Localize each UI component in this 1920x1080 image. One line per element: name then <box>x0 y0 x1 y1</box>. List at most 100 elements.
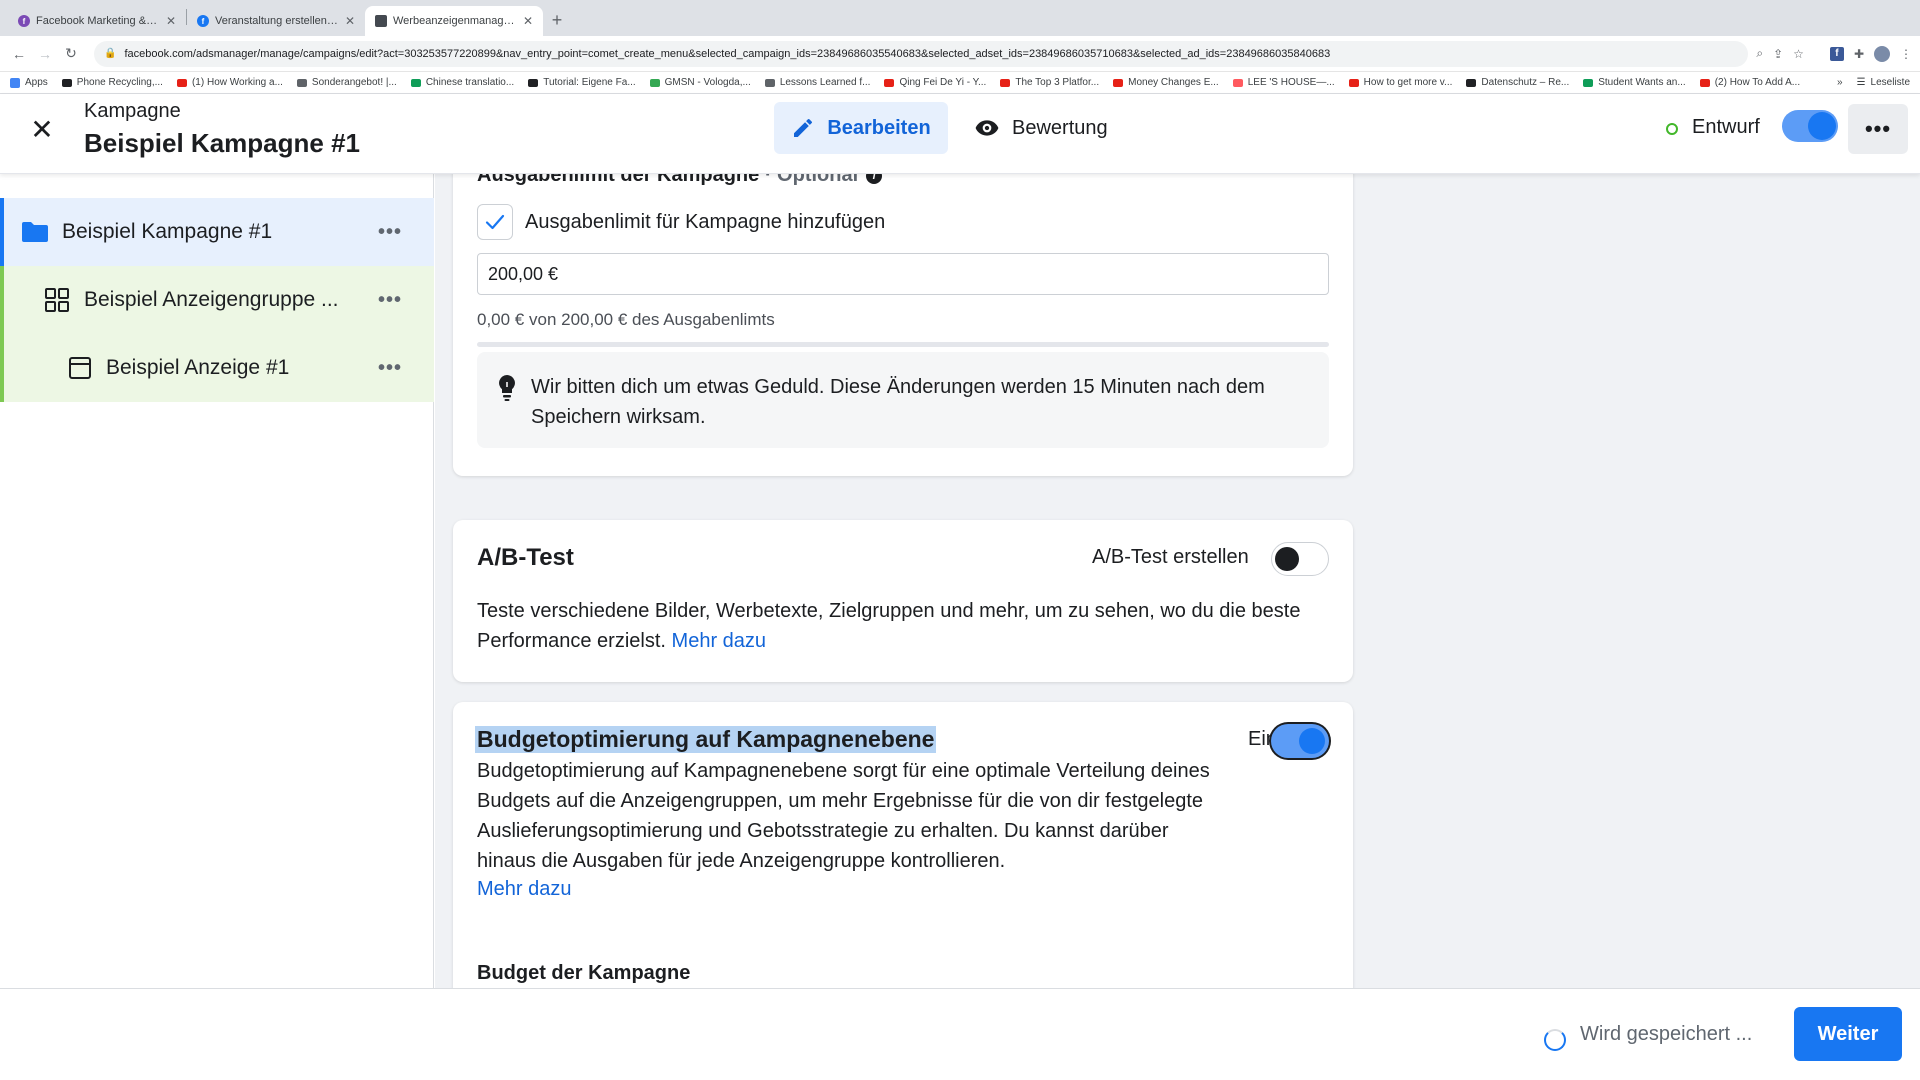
eye-icon <box>975 120 999 136</box>
url-field[interactable]: 🔒 facebook.com/adsmanager/manage/campaig… <box>94 40 1749 67</box>
ads-manager-favicon-icon <box>375 15 387 27</box>
optional-label: · Optional <box>759 174 859 186</box>
reload-icon[interactable]: ↻ <box>60 45 82 62</box>
browser-tab[interactable]: f Facebook Marketing & Werbea ✕ <box>8 6 186 36</box>
bookmark-label: (2) How To Add A... <box>1714 77 1801 88</box>
close-tab-icon[interactable]: ✕ <box>166 14 176 28</box>
bookmark-item[interactable]: Datenschutz – Re... <box>1466 77 1569 88</box>
bookmark-item[interactable]: Student Wants an... <box>1583 77 1686 88</box>
more-options-icon[interactable]: ••• <box>378 357 402 380</box>
bookmark-item[interactable]: (2) How To Add A... <box>1699 77 1801 88</box>
bookmark-label: (1) How Working a... <box>191 77 283 88</box>
grid-icon <box>44 287 70 313</box>
reading-list-label: Leseliste <box>1870 77 1910 88</box>
bookmark-item[interactable]: LEE 'S HOUSE—... <box>1232 77 1335 88</box>
extensions-puzzle-icon[interactable]: ✚ <box>1854 47 1864 61</box>
tab-label: Werbeanzeigenmanager - Wer <box>393 15 517 27</box>
spend-limit-heading-text: Ausgabenlimit der Kampagne <box>477 174 760 186</box>
bookmark-label: Sonderangebot! |... <box>311 77 397 88</box>
back-arrow-icon[interactable]: ← <box>8 46 30 62</box>
budget-optimization-toggle[interactable] <box>1271 724 1329 758</box>
budget-optimization-description: Budgetoptimierung auf Kampagnenebene sor… <box>477 760 1210 872</box>
browser-tab[interactable]: f Veranstaltung erstellen | Faceb ✕ <box>187 6 365 36</box>
bookmark-item[interactable]: GMSN - Vologda,... <box>649 77 751 88</box>
toggle-knob <box>1808 112 1836 140</box>
more-options-icon[interactable]: ••• <box>378 289 402 312</box>
address-bar-icons: ⌕ ⇪ ☆ f ✚ ⋮ <box>1756 45 1912 62</box>
close-icon[interactable]: ✕ <box>28 116 56 144</box>
youtube-icon <box>1000 78 1011 87</box>
youtube-icon <box>1348 78 1359 87</box>
header-entity-type: Kampagne <box>84 100 181 122</box>
bookmark-item[interactable]: How to get more v... <box>1348 77 1452 88</box>
saving-status-text: Wird gespeichert ... <box>1580 1023 1753 1045</box>
bookmark-item[interactable]: Sonderangebot! |... <box>296 77 397 88</box>
youtube-icon <box>1699 78 1710 87</box>
spent-amount-text: 0,00 € von 200,00 € des Ausgabenlimts <box>477 310 775 329</box>
tree-item-adset[interactable]: Beispiel Anzeigengruppe ... ••• <box>0 266 434 334</box>
bookmark-item[interactable]: Phone Recycling,... <box>61 77 163 88</box>
new-tab-icon[interactable]: + <box>543 10 571 31</box>
toggle-knob <box>1299 728 1325 754</box>
edit-mode-label: Bearbeiten <box>827 116 931 139</box>
tree-item-ad[interactable]: Beispiel Anzeige #1 ••• <box>0 334 434 402</box>
campaign-tree-sidebar: Beispiel Kampagne #1 ••• Beispiel Anzeig… <box>0 174 434 988</box>
bookmark-item[interactable]: Qing Fei De Yi - Y... <box>884 77 986 88</box>
bookmark-item[interactable]: Apps <box>10 77 48 88</box>
bookmark-favicon-icon <box>1583 78 1594 87</box>
spend-limit-checkbox[interactable] <box>477 204 513 240</box>
ab-test-toggle[interactable] <box>1271 542 1329 576</box>
bookmark-item[interactable]: Money Changes E... <box>1113 77 1219 88</box>
profile-avatar[interactable] <box>1874 45 1890 62</box>
edit-mode-button[interactable]: Bearbeiten <box>774 102 948 154</box>
learn-more-link[interactable]: Mehr dazu <box>477 878 572 901</box>
status-label: Entwurf <box>1692 116 1760 138</box>
forward-arrow-icon[interactable]: → <box>34 46 56 62</box>
hashtag-icon <box>528 78 539 87</box>
draft-status-icon <box>1666 123 1678 135</box>
bookmark-star-icon[interactable]: ☆ <box>1793 47 1804 61</box>
bookmark-item[interactable]: (1) How Working a... <box>176 77 283 88</box>
browser-tab-active[interactable]: Werbeanzeigenmanager - Wer ✕ <box>365 6 543 36</box>
amount-value: 200,00 € <box>488 263 559 284</box>
more-options-icon[interactable]: ••• <box>378 221 402 244</box>
bookmark-item[interactable]: Lessons Learned f... <box>764 77 870 88</box>
zoom-icon[interactable]: ⌕ <box>1756 46 1763 61</box>
facebook-extension-icon[interactable]: f <box>1829 46 1844 61</box>
bookmark-item[interactable]: Tutorial: Eigene Fa... <box>528 77 636 88</box>
bookmark-label: The Top 3 Platfor... <box>1015 77 1100 88</box>
spend-limit-amount-input[interactable]: 200,00 € <box>477 253 1329 295</box>
campaign-budget-label: Budget der Kampagne <box>477 962 691 984</box>
reading-list-button[interactable]: ☰ Leseliste <box>1857 77 1910 88</box>
saving-spinner-icon <box>1544 1029 1566 1051</box>
share-icon[interactable]: ⇪ <box>1773 47 1783 61</box>
bookmark-label: Qing Fei De Yi - Y... <box>899 77 987 88</box>
close-tab-icon[interactable]: ✕ <box>523 14 533 28</box>
bookmark-label: LEE 'S HOUSE—... <box>1247 77 1335 88</box>
bookmark-item[interactable]: Chinese translatio... <box>410 77 515 88</box>
bookmark-item[interactable]: The Top 3 Platfor... <box>1000 77 1099 88</box>
tree-item-label: Beispiel Kampagne #1 <box>62 220 273 243</box>
campaign-header: ✕ Kampagne Beispiel Kampagne #1 Bearbeit… <box>0 94 1920 174</box>
bookmark-label: Tutorial: Eigene Fa... <box>543 77 636 88</box>
tree-item-campaign[interactable]: Beispiel Kampagne #1 ••• <box>0 198 434 266</box>
tree-item-label: Beispiel Anzeige #1 <box>106 356 290 379</box>
ab-test-description-text: Teste verschiedene Bilder, Werbetexte, Z… <box>477 600 1301 652</box>
browser-menu-icon[interactable]: ⋮ <box>1900 47 1912 61</box>
bookmarks-overflow-icon[interactable]: » <box>1837 77 1843 88</box>
close-tab-icon[interactable]: ✕ <box>345 14 355 28</box>
info-icon[interactable]: i <box>866 174 883 184</box>
pencil-icon <box>794 118 813 137</box>
spend-progress-bar <box>477 342 1329 347</box>
bookmark-label: Chinese translatio... <box>425 77 515 88</box>
main-content: Ausgabenlimit der Kampagne · Optional i A… <box>435 174 1920 988</box>
bookmark-label: Student Wants an... <box>1598 77 1686 88</box>
facebook-marketing-favicon-icon: f <box>18 15 30 27</box>
tree-item-label: Beispiel Anzeigengruppe ... <box>84 288 339 311</box>
more-options-button[interactable]: ••• <box>1848 104 1908 154</box>
ab-test-card: A/B-Test A/B-Test erstellen Teste versch… <box>453 520 1353 682</box>
campaign-active-toggle[interactable] <box>1782 110 1838 142</box>
review-mode-button[interactable]: Bewertung <box>974 102 1108 154</box>
next-button[interactable]: Weiter <box>1794 1007 1902 1061</box>
learn-more-link[interactable]: Mehr dazu <box>672 630 767 652</box>
